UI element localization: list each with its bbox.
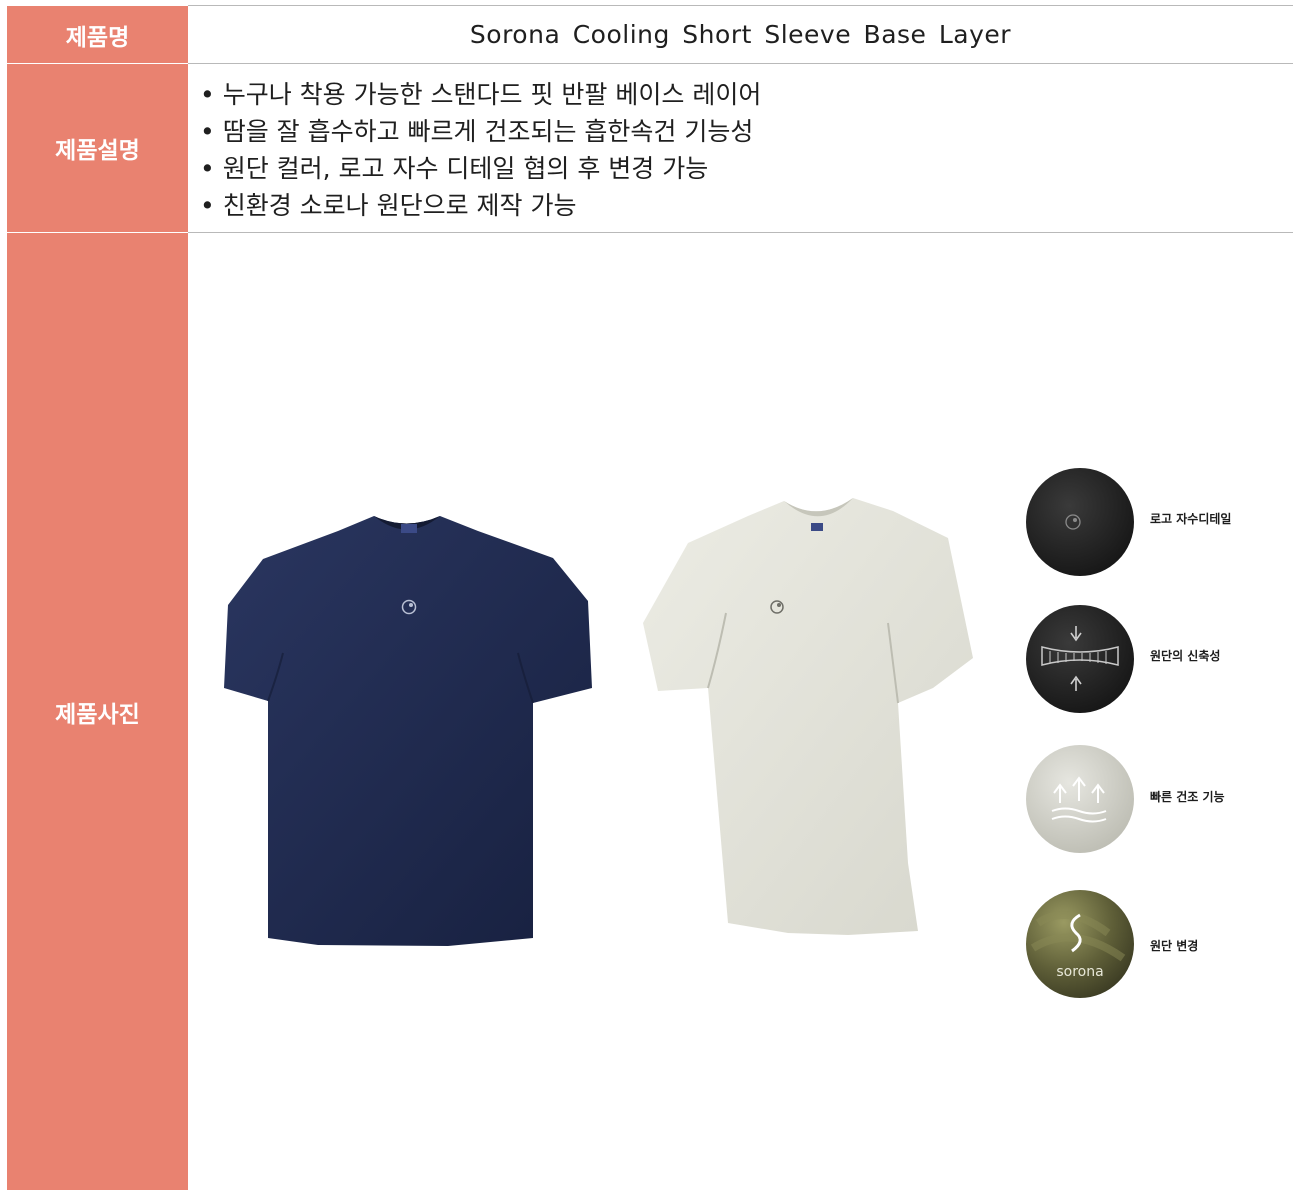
navy-tshirt-image bbox=[224, 516, 592, 946]
fabric-stretch-icon bbox=[1026, 605, 1134, 713]
sorona-logo-text: sorona bbox=[1056, 964, 1103, 980]
product-description-label: 제품설명 bbox=[7, 64, 188, 232]
description-bullet: • 친환경 소로나 원단으로 제작 가능 bbox=[200, 191, 577, 220]
logo-embroidery-detail-icon bbox=[1026, 468, 1134, 576]
light-tshirt-image bbox=[643, 498, 973, 935]
quick-dry-icon bbox=[1026, 745, 1134, 853]
product-photo-area: sorona 로고 자수디테일 원단의 신축성 빠른 건조 기능 원단 변경 bbox=[188, 233, 1293, 1190]
feature-label: 로고 자수디테일 bbox=[1150, 512, 1232, 526]
product-name-label: 제품명 bbox=[7, 6, 188, 63]
product-photo-row: 제품사진 sorona 로고 자수디테일 원단의 신축성 빠른 건조 기능 원단… bbox=[7, 233, 1293, 1190]
fabric-change-icon: sorona bbox=[1026, 890, 1134, 998]
product-photos-illustration: sorona bbox=[224, 468, 1134, 998]
product-photo-label: 제품사진 bbox=[7, 233, 188, 1190]
product-description-row: 제품설명 • 누구나 착용 가능한 스탠다드 핏 반팔 베이스 레이어 • 땀을… bbox=[7, 64, 1293, 232]
description-bullet: • 땀을 잘 흡수하고 빠르게 건조되는 흡한속건 기능성 bbox=[200, 117, 754, 146]
product-description-list: • 누구나 착용 가능한 스탠다드 핏 반팔 베이스 레이어 • 땀을 잘 흡수… bbox=[188, 64, 1293, 244]
feature-label: 원단의 신축성 bbox=[1150, 649, 1221, 663]
product-name-row: 제품명 Sorona Cooling Short Sleeve Base Lay… bbox=[7, 6, 1293, 63]
feature-label: 빠른 건조 기능 bbox=[1150, 790, 1225, 804]
product-name-value: Sorona Cooling Short Sleeve Base Layer bbox=[469, 20, 1012, 49]
description-bullet: • 원단 컬러, 로고 자수 디테일 협의 후 변경 가능 bbox=[200, 154, 709, 183]
description-bullet: • 누구나 착용 가능한 스탠다드 핏 반팔 베이스 레이어 bbox=[200, 80, 762, 109]
feature-label: 원단 변경 bbox=[1150, 939, 1199, 953]
